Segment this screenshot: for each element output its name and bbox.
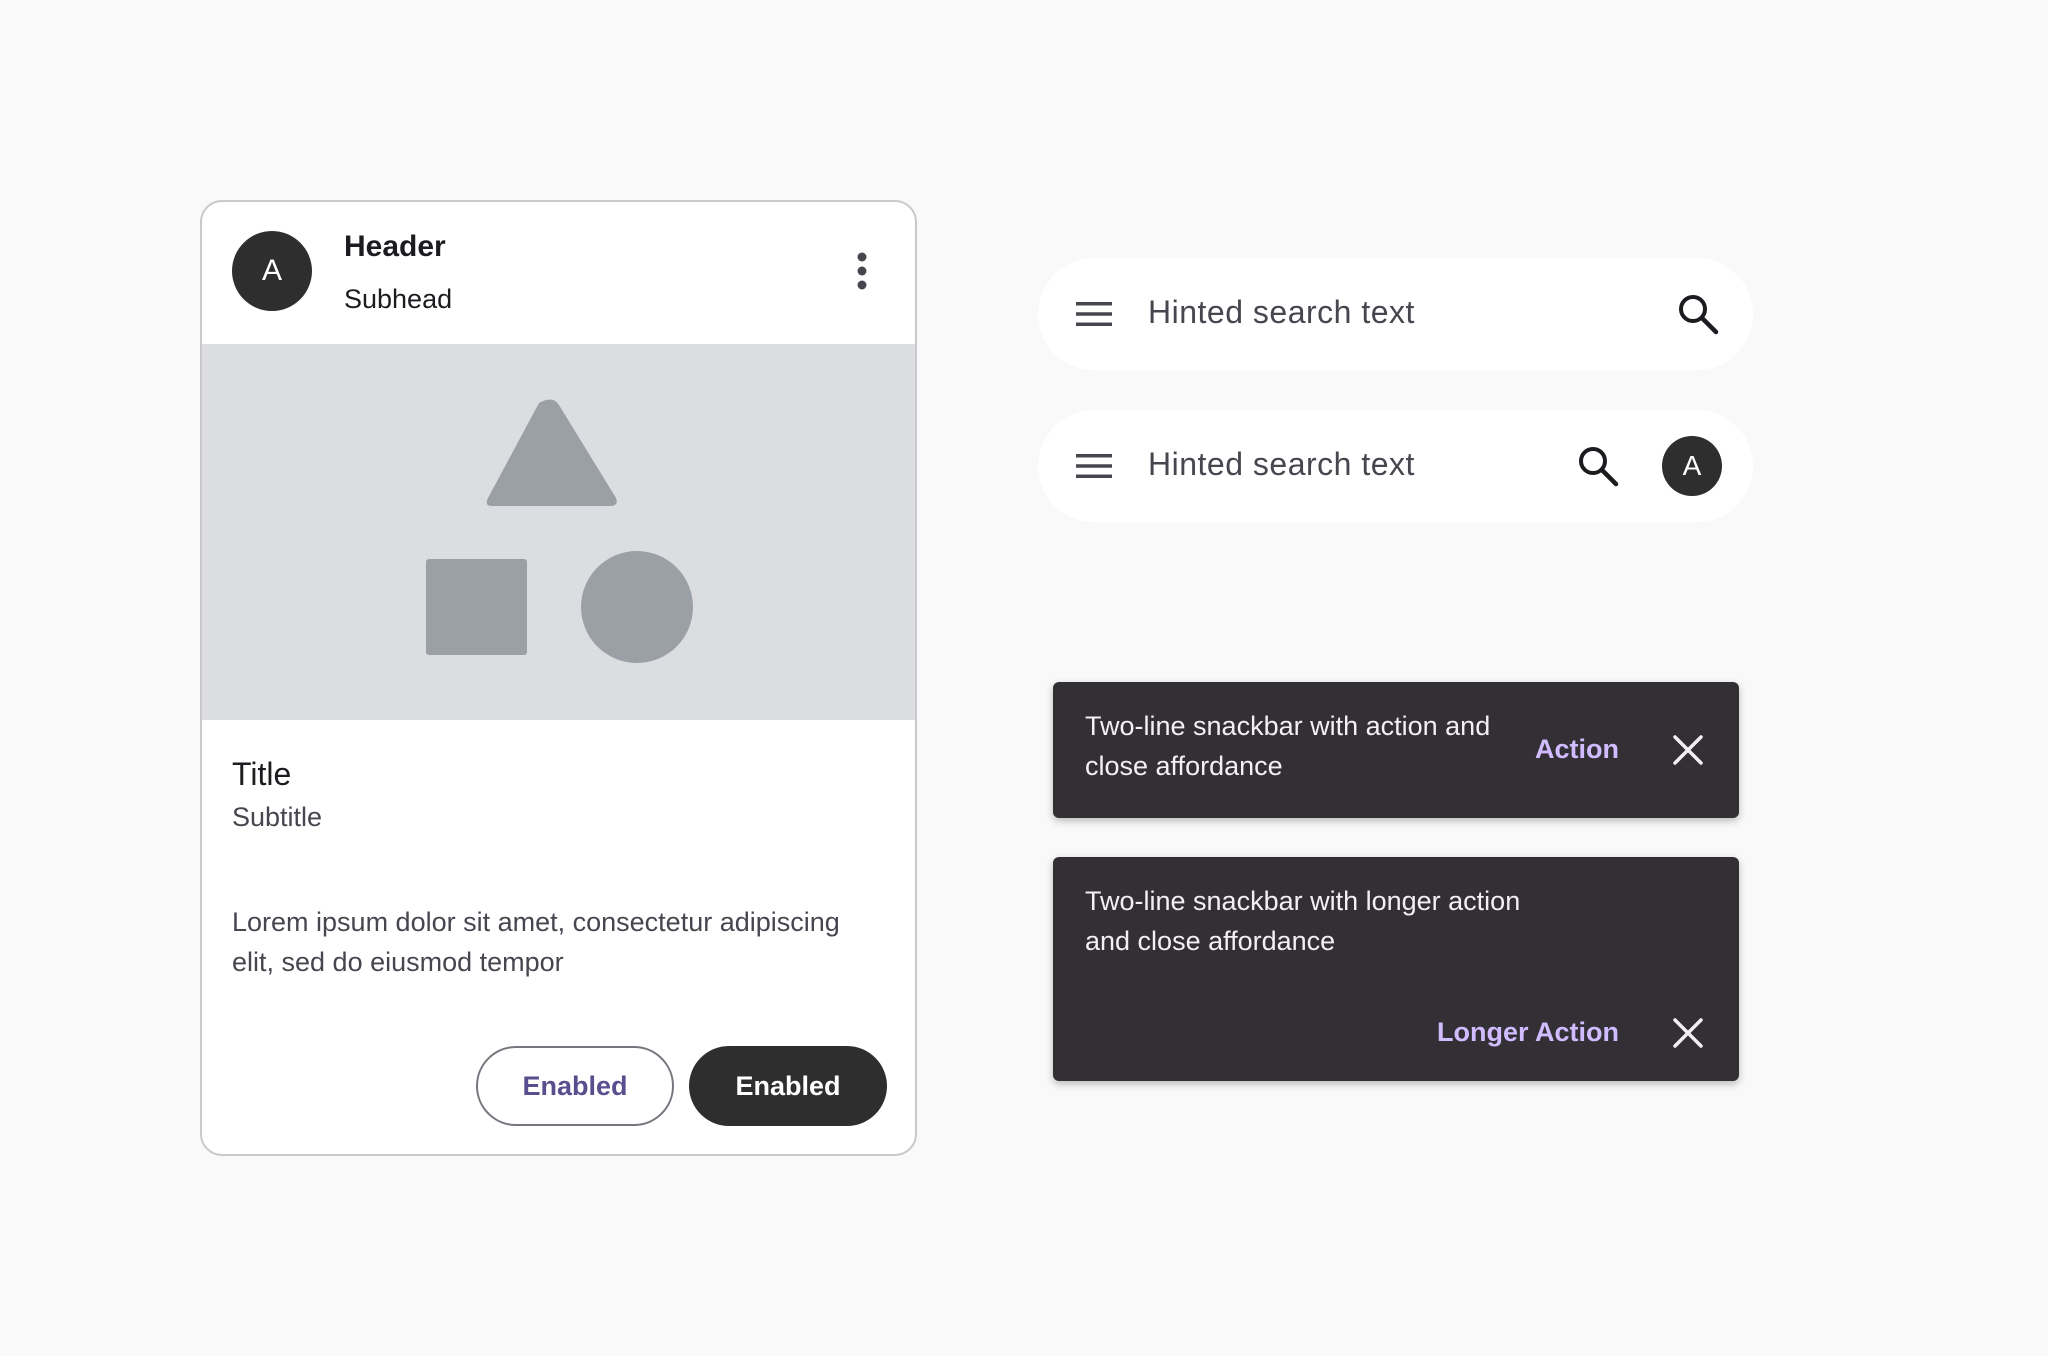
- menu-button[interactable]: [1074, 448, 1114, 484]
- search-input[interactable]: Hinted search text: [1148, 294, 1415, 331]
- card-body-text: Lorem ipsum dolor sit amet, consectetur …: [232, 907, 840, 977]
- canvas: A Header Subhead Title Subtitle Lorem ip…: [0, 0, 2048, 1356]
- card-subtitle: Subtitle: [232, 802, 323, 832]
- search-icon: [1679, 295, 1719, 335]
- snackbar-close-button[interactable]: [1670, 732, 1706, 768]
- close-icon: [1673, 735, 1703, 765]
- snackbar-message: Two-line snackbar with action and close …: [1085, 711, 1491, 781]
- avatar-letter: A: [1682, 450, 1702, 481]
- triangle-shape: [486, 399, 617, 506]
- avatar-letter: A: [261, 254, 282, 287]
- avatar[interactable]: A: [1662, 436, 1722, 496]
- snackbar: Two-line snackbar with longer action and…: [1053, 857, 1739, 1081]
- card-header-title: Header: [344, 230, 446, 263]
- search-icon: [1579, 447, 1619, 487]
- more-options-button[interactable]: [842, 248, 882, 294]
- menu-icon: [1076, 302, 1112, 326]
- search-input[interactable]: Hinted search text: [1148, 446, 1415, 483]
- media-placeholder: [426, 399, 693, 663]
- snackbar-action-button[interactable]: Longer Action: [1437, 1017, 1619, 1048]
- snackbar-close-button[interactable]: [1670, 1015, 1706, 1051]
- search-bar[interactable]: Hinted search text: [1038, 258, 1753, 370]
- card-header-subhead: Subhead: [344, 284, 453, 314]
- square-shape: [426, 559, 527, 655]
- snackbar: Two-line snackbar with action and close …: [1053, 682, 1739, 818]
- snackbar-action-button[interactable]: Action: [1535, 734, 1619, 765]
- circle-shape: [581, 551, 693, 663]
- filled-button[interactable]: Enabled: [689, 1046, 887, 1126]
- more-vert-icon: [857, 252, 867, 290]
- avatar: A: [232, 231, 312, 311]
- snackbar-message: Two-line snackbar with longer action and…: [1085, 886, 1521, 956]
- card-media: [202, 344, 915, 720]
- menu-icon: [1076, 454, 1112, 478]
- card-title: Title: [232, 756, 292, 792]
- card: A Header Subhead Title Subtitle Lorem ip…: [200, 200, 917, 1156]
- search-button[interactable]: [1674, 290, 1722, 338]
- close-icon: [1673, 1018, 1703, 1048]
- search-bar[interactable]: Hinted search text A: [1038, 410, 1753, 522]
- search-button[interactable]: [1574, 442, 1622, 490]
- menu-button[interactable]: [1074, 296, 1114, 332]
- card-header: A Header Subhead: [202, 202, 915, 344]
- outlined-button[interactable]: Enabled: [476, 1046, 674, 1126]
